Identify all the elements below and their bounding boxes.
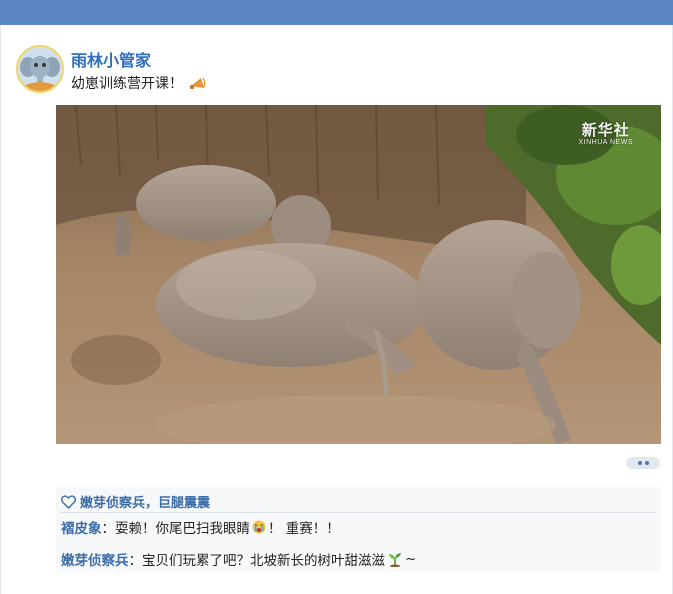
comment-author[interactable]: 褶皮象: [61, 517, 102, 537]
username[interactable]: 雨林小管家: [71, 47, 151, 71]
more-options-button[interactable]: [626, 457, 660, 469]
post-card: 雨林小管家 幼崽训练营开课！ 新华社 XINHUA NEWS 嫩芽侦察兵，巨腿震…: [0, 25, 673, 594]
comment-text: 耍赖！你尾巴扫我眼睛: [115, 521, 250, 537]
likes-row: 嫩芽侦察兵，巨腿震震: [60, 491, 656, 513]
post-image[interactable]: 新华社 XINHUA NEWS: [56, 105, 661, 444]
likes-text[interactable]: 嫩芽侦察兵，巨腿震震: [80, 492, 210, 511]
post-text-content: 幼崽训练营开课！: [71, 76, 183, 92]
comment-colon: ：: [101, 521, 116, 537]
horn-icon: [189, 75, 207, 91]
image-watermark: 新华社 XINHUA NEWS: [578, 119, 633, 146]
post-text: 幼崽训练营开课！: [71, 73, 207, 93]
comment-text-tail: ！ 重赛！！: [268, 521, 340, 537]
heart-icon[interactable]: [60, 494, 77, 509]
crying-face-icon: [252, 520, 266, 534]
comment-item: 褶皮象： 耍赖！你尾巴扫我眼睛 ！ 重赛！！: [61, 517, 340, 537]
comment-text-tail: ~: [405, 551, 417, 567]
watermark-cn: 新华社: [581, 121, 630, 139]
avatar[interactable]: [16, 45, 64, 93]
more-dot-icon: [644, 461, 649, 465]
comment-text: 宝贝们玩累了吧？北坡新长的树叶甜滋滋: [142, 553, 385, 569]
top-bar: [0, 0, 673, 25]
comment-author[interactable]: 嫩芽侦察兵: [61, 549, 129, 569]
more-dot-icon: [637, 461, 642, 465]
comments-panel: 嫩芽侦察兵，巨腿震震 褶皮象： 耍赖！你尾巴扫我眼睛 ！ 重赛！！ 嫩芽侦察兵：…: [56, 487, 661, 572]
sprout-icon: [388, 551, 402, 568]
watermark-en: XINHUA NEWS: [578, 139, 633, 146]
comment-item: 嫩芽侦察兵： 宝贝们玩累了吧？北坡新长的树叶甜滋滋 ~: [61, 549, 416, 569]
comment-colon: ：: [128, 553, 143, 569]
